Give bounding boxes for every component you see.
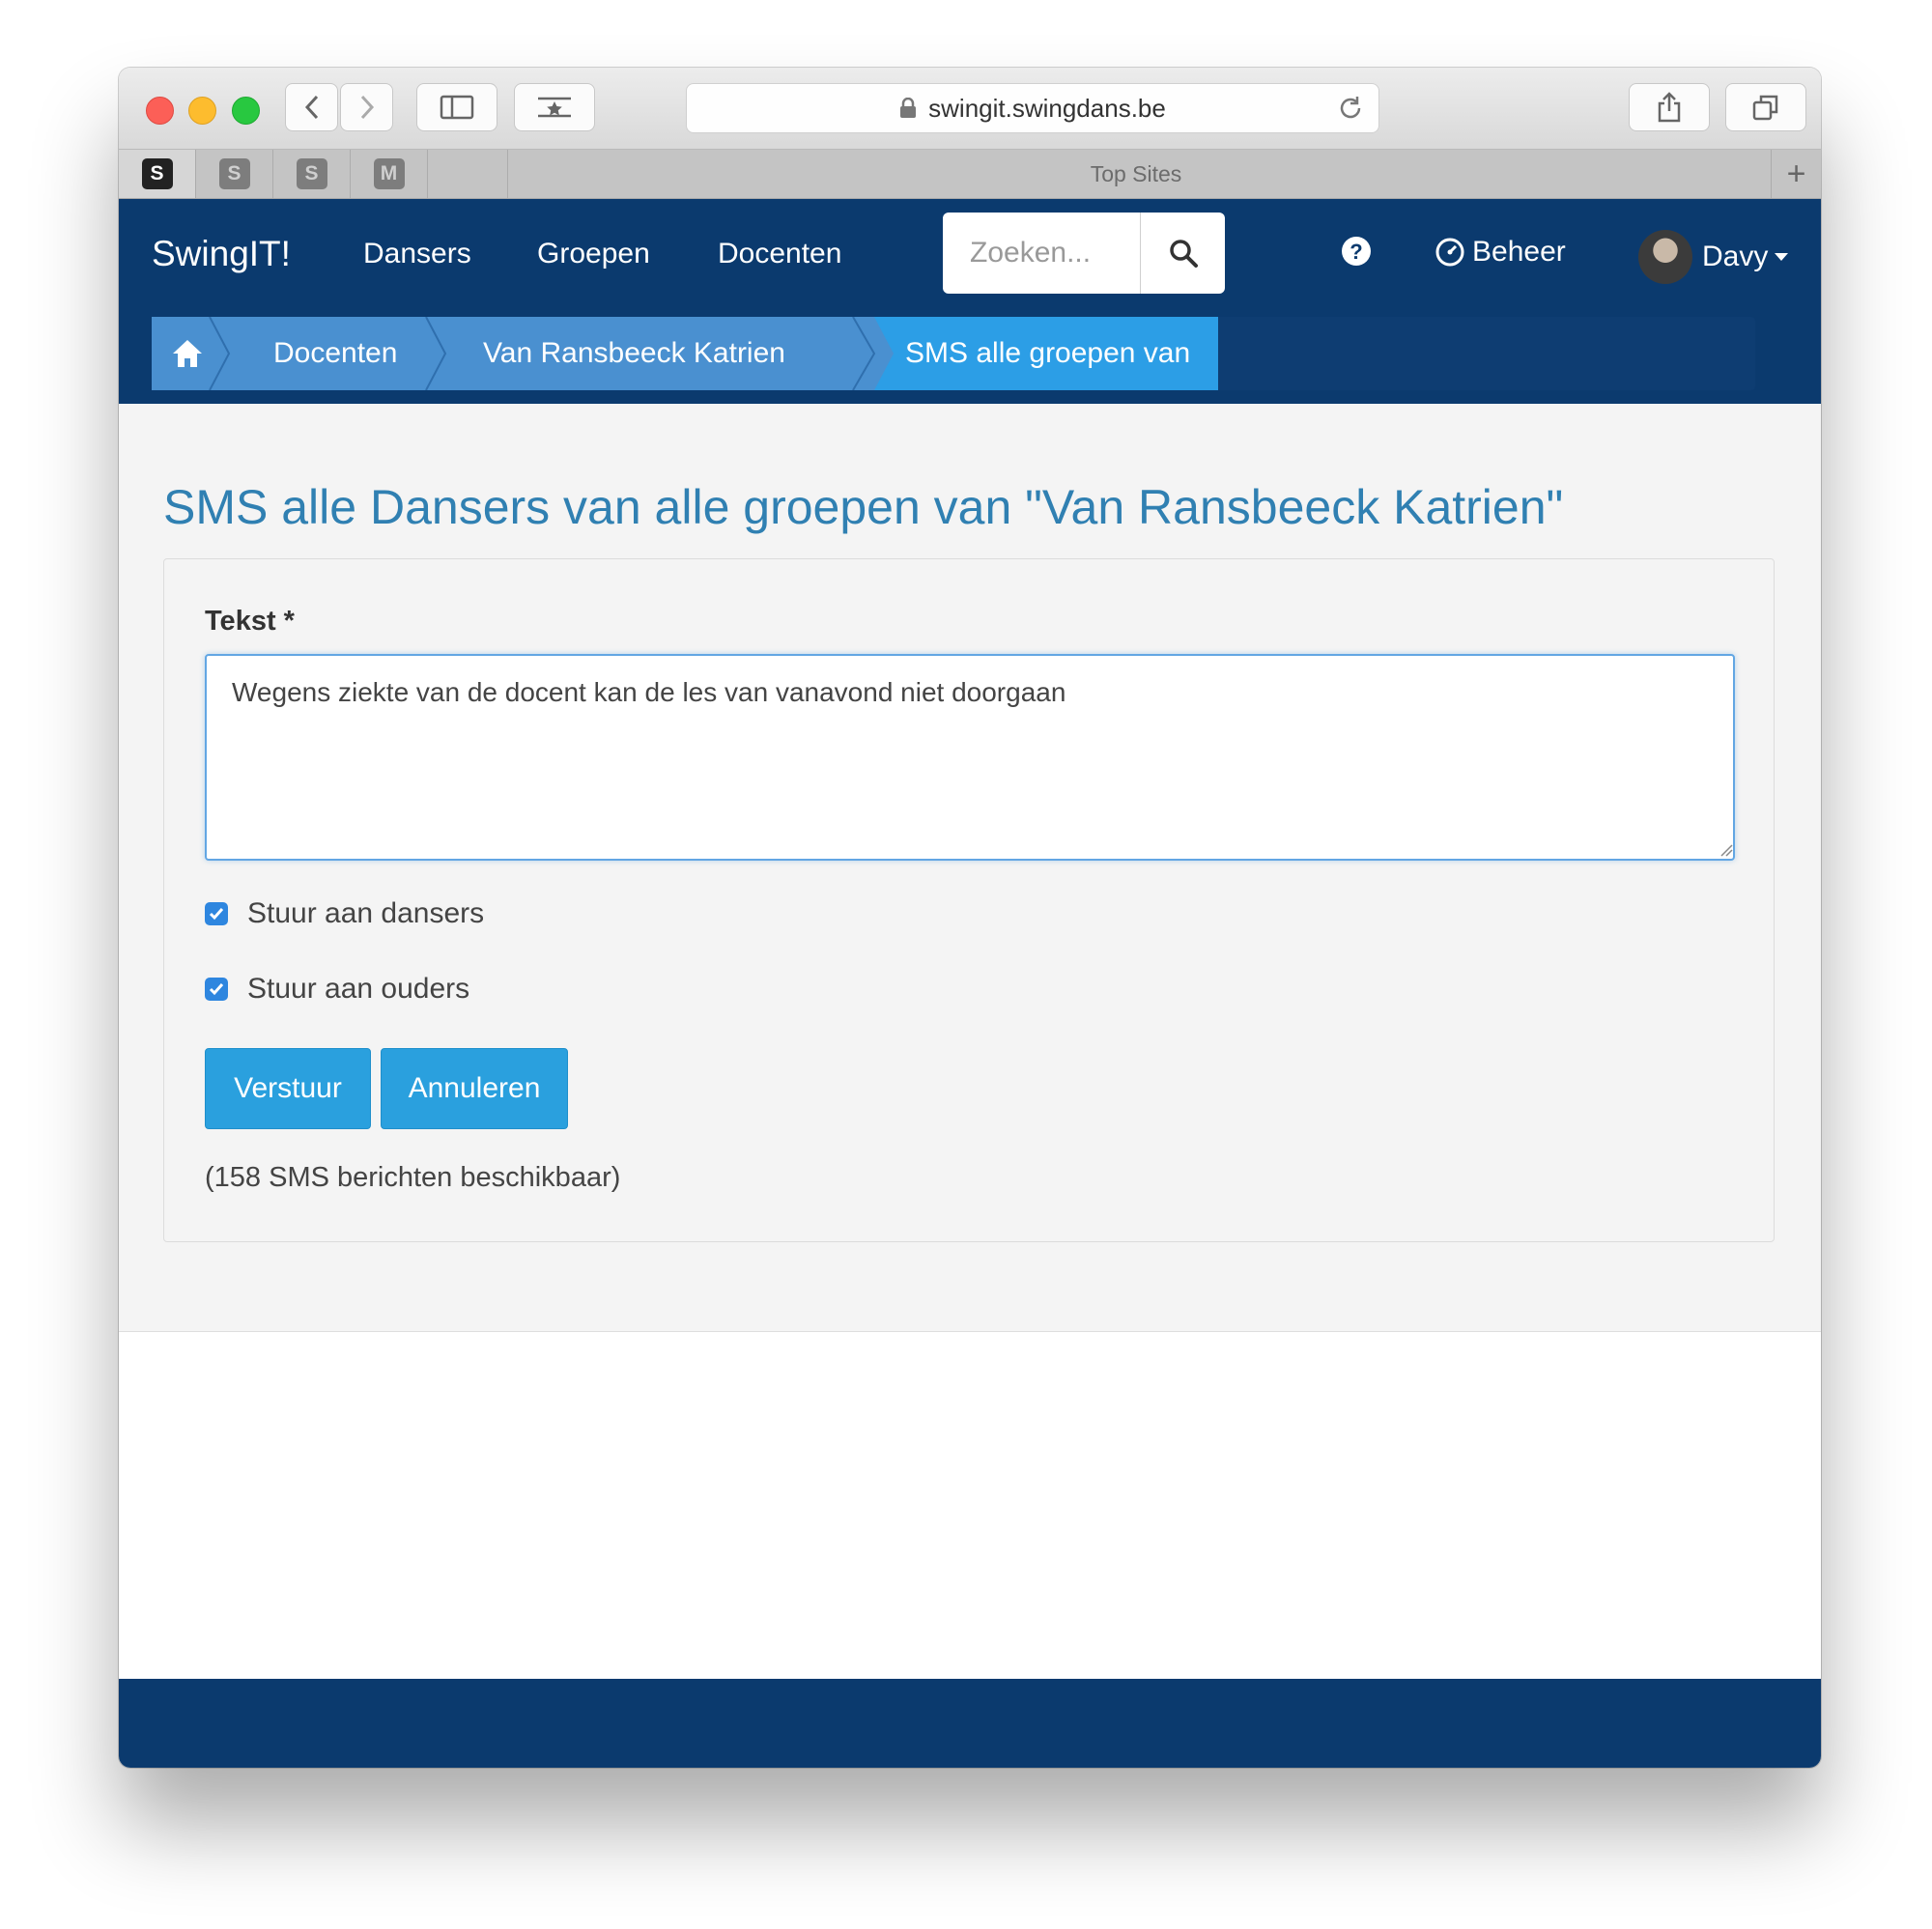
breadcrumb: Docenten Van Ransbeeck Katrien SMS alle … xyxy=(152,317,1755,390)
user-name: Davy xyxy=(1702,241,1769,272)
breadcrumb-item-current: SMS alle groepen van xyxy=(905,337,1191,369)
star-icon xyxy=(538,97,571,118)
home-icon xyxy=(173,340,202,367)
address-bar[interactable]: swingit.swingdans.be xyxy=(686,83,1379,133)
url-text: swingit.swingdans.be xyxy=(928,93,1166,123)
send-button[interactable]: Verstuur xyxy=(205,1048,371,1129)
sidebar-icon xyxy=(440,95,474,120)
search-icon xyxy=(1170,240,1198,268)
chevron-right-icon xyxy=(360,95,374,120)
main-content: SMS alle Dansers van alle groepen van "V… xyxy=(119,404,1821,1332)
search-button[interactable] xyxy=(1140,213,1226,294)
sms-text-input[interactable]: Wegens ziekte van de docent kan de les v… xyxy=(205,654,1735,861)
resize-handle-icon[interactable] xyxy=(1719,843,1733,857)
site-footer xyxy=(119,1679,1821,1768)
sms-form-panel: Tekst * Wegens ziekte van de docent kan … xyxy=(163,558,1775,1242)
send-to-dancers-label: Stuur aan dansers xyxy=(247,897,485,929)
new-tab-button[interactable]: + xyxy=(1771,150,1821,198)
text-field-label: Tekst * xyxy=(205,606,295,637)
favorite-4[interactable]: M xyxy=(351,150,428,198)
checkbox-row-ouders[interactable]: Stuur aan ouders xyxy=(205,973,469,1006)
forward-button[interactable] xyxy=(340,83,393,131)
share-icon xyxy=(1658,92,1681,123)
reload-icon[interactable] xyxy=(1336,94,1365,123)
svg-text:?: ? xyxy=(1350,240,1362,264)
beheer-label: Beheer xyxy=(1472,236,1566,268)
favorites-bar: S S S M Top Sites + xyxy=(119,150,1821,199)
checkbox-row-dansers[interactable]: Stuur aan dansers xyxy=(205,897,484,930)
search-form: Zoeken... xyxy=(943,213,1225,294)
lock-icon xyxy=(900,98,917,118)
cancel-button[interactable]: Annuleren xyxy=(381,1048,568,1129)
breadcrumb-home[interactable] xyxy=(171,317,204,390)
sidebar-button[interactable] xyxy=(416,83,497,131)
caret-down-icon xyxy=(1775,253,1789,261)
maximize-window-button[interactable] xyxy=(232,97,260,125)
checkmark-icon xyxy=(209,983,224,996)
back-button[interactable] xyxy=(285,83,338,131)
show-tabs-button[interactable] xyxy=(1725,83,1806,131)
nav-link-dansers[interactable]: Dansers xyxy=(363,238,471,270)
tabs-icon xyxy=(1752,95,1778,121)
brand-logo[interactable]: SwingIT! xyxy=(152,234,291,274)
send-to-parents-checkbox[interactable] xyxy=(205,978,228,1001)
browser-window: swingit.swingdans.be S S S M Top Sites +… xyxy=(119,68,1821,1768)
share-button[interactable] xyxy=(1629,83,1710,131)
user-menu[interactable]: Davy xyxy=(1638,230,1789,284)
nav-link-groepen[interactable]: Groepen xyxy=(537,238,650,270)
avatar xyxy=(1638,230,1692,284)
favorite-3[interactable]: S xyxy=(273,150,351,198)
browser-toolbar: swingit.swingdans.be xyxy=(119,68,1821,150)
site-navbar: SwingIT! Dansers Groepen Docenten Zoeken… xyxy=(119,199,1821,404)
search-input[interactable]: Zoeken... xyxy=(943,213,1140,294)
close-window-button[interactable] xyxy=(146,97,174,125)
breadcrumb-item-docenten[interactable]: Docenten xyxy=(273,317,397,390)
breadcrumb-item-docent[interactable]: Van Ransbeeck Katrien xyxy=(483,317,785,390)
help-icon[interactable]: ? xyxy=(1341,236,1372,267)
chevron-left-icon xyxy=(304,95,318,120)
minimize-window-button[interactable] xyxy=(188,97,216,125)
checkmark-icon xyxy=(209,908,224,921)
send-to-dancers-checkbox[interactable] xyxy=(205,902,228,925)
tab-top-sites[interactable]: Top Sites xyxy=(507,150,1764,198)
sms-available-text: (158 SMS berichten beschikbaar) xyxy=(205,1162,621,1193)
nav-link-docenten[interactable]: Docenten xyxy=(718,238,841,270)
page-title: SMS alle Dansers van alle groepen van "V… xyxy=(163,480,1564,534)
favorite-1[interactable]: S xyxy=(119,150,196,198)
favorite-2[interactable]: S xyxy=(196,150,273,198)
top-sites-button[interactable] xyxy=(514,83,595,131)
send-to-parents-label: Stuur aan ouders xyxy=(247,973,470,1005)
dashboard-icon xyxy=(1435,238,1464,267)
beheer-link[interactable]: Beheer xyxy=(1435,236,1566,269)
